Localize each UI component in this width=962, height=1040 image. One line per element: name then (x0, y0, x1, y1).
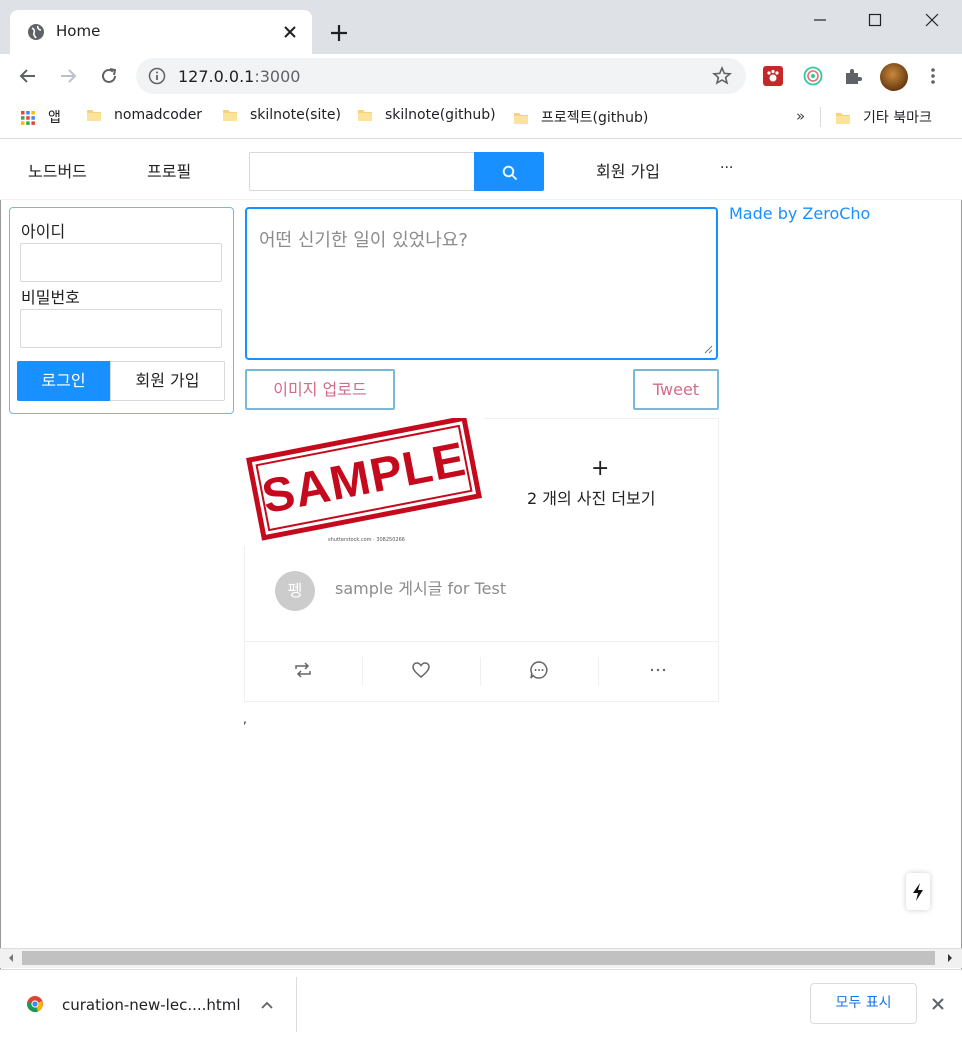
tab-close-icon[interactable] (282, 24, 298, 40)
action-divider (362, 657, 363, 686)
bookmark-label: 기타 북마크 (863, 110, 932, 126)
kebab-menu-icon[interactable] (926, 66, 940, 86)
signup-button[interactable]: 회원 가입 (110, 361, 225, 401)
reload-icon[interactable] (99, 66, 119, 86)
search-input[interactable] (249, 152, 475, 191)
folder-icon (223, 110, 237, 121)
post-placeholder: 어떤 신기한 일이 있었나요? (259, 230, 468, 251)
heart-icon[interactable] (411, 660, 431, 680)
more-images-plus[interactable]: + (591, 456, 609, 481)
folder-icon (87, 110, 101, 121)
apps-grid-icon (21, 111, 35, 125)
window-close-icon[interactable] (924, 12, 940, 28)
tweet-button[interactable]: Tweet (633, 369, 719, 410)
extension-target-icon[interactable] (803, 66, 823, 86)
scrollbar-thumb[interactable] (22, 951, 935, 965)
new-tab-icon[interactable] (329, 23, 349, 43)
post-content: sample 게시글 for Test (335, 579, 507, 598)
id-label: 아이디 (21, 222, 66, 241)
resize-grip-icon[interactable] (703, 344, 713, 354)
chevron-up-icon[interactable] (259, 997, 275, 1013)
show-all-downloads-button[interactable]: 모두 표시 (810, 983, 917, 1024)
bookmark-other[interactable]: 기타 북마크 (835, 107, 932, 127)
password-input[interactable] (20, 309, 222, 348)
id-input[interactable] (20, 243, 222, 282)
bookmarks-divider (820, 107, 821, 127)
globe-icon (27, 23, 45, 41)
search-button[interactable] (474, 152, 544, 191)
post-image[interactable]: SAMPLE shutterstock.com · 308250266 (244, 418, 484, 546)
nav-more[interactable]: ··· (720, 160, 733, 176)
sample-stamp: SAMPLE (246, 418, 482, 541)
window-border-left (0, 139, 1, 1040)
extensions-puzzle-icon[interactable] (843, 66, 863, 86)
action-divider (480, 657, 481, 686)
image-credit: shutterstock.com · 308250266 (328, 537, 405, 543)
scroll-left-arrow-icon[interactable] (7, 953, 15, 963)
ellipsis-icon[interactable] (648, 660, 668, 680)
url-text: 127.0.0.1:3000 (178, 67, 300, 86)
bookmark-nomadcoder[interactable]: nomadcoder (86, 107, 202, 127)
folder-icon (514, 113, 528, 124)
folder-icon (836, 113, 850, 124)
url-port: :3000 (254, 67, 301, 86)
info-icon[interactable] (148, 67, 166, 85)
download-filename[interactable]: curation-new-lec....html (62, 996, 241, 1014)
bookmark-project-github[interactable]: 프로젝트(github) (513, 107, 648, 127)
minimize-icon[interactable] (812, 12, 828, 28)
nav-signup[interactable]: 회원 가입 (596, 158, 660, 182)
bookmark-label: skilnote(github) (385, 107, 496, 123)
search-icon (502, 165, 518, 181)
folder-icon (358, 110, 372, 121)
bookmark-apps[interactable]: 앱 (20, 107, 61, 127)
dev-indicator[interactable] (906, 873, 930, 910)
download-divider (296, 977, 297, 1032)
author-avatar[interactable]: 펭 (275, 571, 315, 611)
profile-avatar[interactable] (880, 63, 908, 91)
chrome-file-icon (26, 995, 44, 1013)
url-host: 127.0.0.1 (178, 67, 255, 86)
more-images-label[interactable]: 2 개의 사진 더보기 (527, 485, 655, 509)
forward-arrow-icon[interactable] (58, 66, 78, 86)
action-divider (598, 657, 599, 686)
made-by-link[interactable]: Made by ZeroCho (729, 204, 870, 223)
nav-profile[interactable]: 프로필 (147, 158, 191, 182)
message-icon[interactable] (529, 660, 549, 680)
bookmarks-overflow-button[interactable]: » (796, 107, 805, 125)
close-icon[interactable] (930, 996, 946, 1012)
stray-comma: , (243, 712, 247, 726)
tab-title: Home (56, 22, 101, 40)
retweet-icon[interactable] (293, 660, 313, 680)
image-upload-button[interactable]: 이미지 업로드 (245, 369, 395, 410)
password-label: 비밀번호 (21, 288, 80, 307)
login-button[interactable]: 로그인 (17, 361, 110, 401)
bookmark-label: 앱 (48, 110, 61, 126)
bookmark-label: 프로젝트(github) (541, 110, 649, 126)
extension-paw-icon[interactable] (763, 66, 783, 86)
bookmark-skilnote-github[interactable]: skilnote(github) (357, 107, 496, 127)
maximize-icon[interactable] (867, 12, 883, 28)
bookmark-label: skilnote(site) (250, 107, 341, 123)
lightning-icon (913, 883, 923, 901)
scroll-right-arrow-icon[interactable] (946, 953, 954, 963)
back-arrow-icon[interactable] (18, 66, 38, 86)
bookmark-skilnote-site[interactable]: skilnote(site) (222, 107, 341, 127)
bookmark-star-icon[interactable] (712, 66, 732, 86)
bookmark-label: nomadcoder (114, 107, 203, 123)
nav-noticeboard[interactable]: 노드버드 (28, 158, 87, 182)
